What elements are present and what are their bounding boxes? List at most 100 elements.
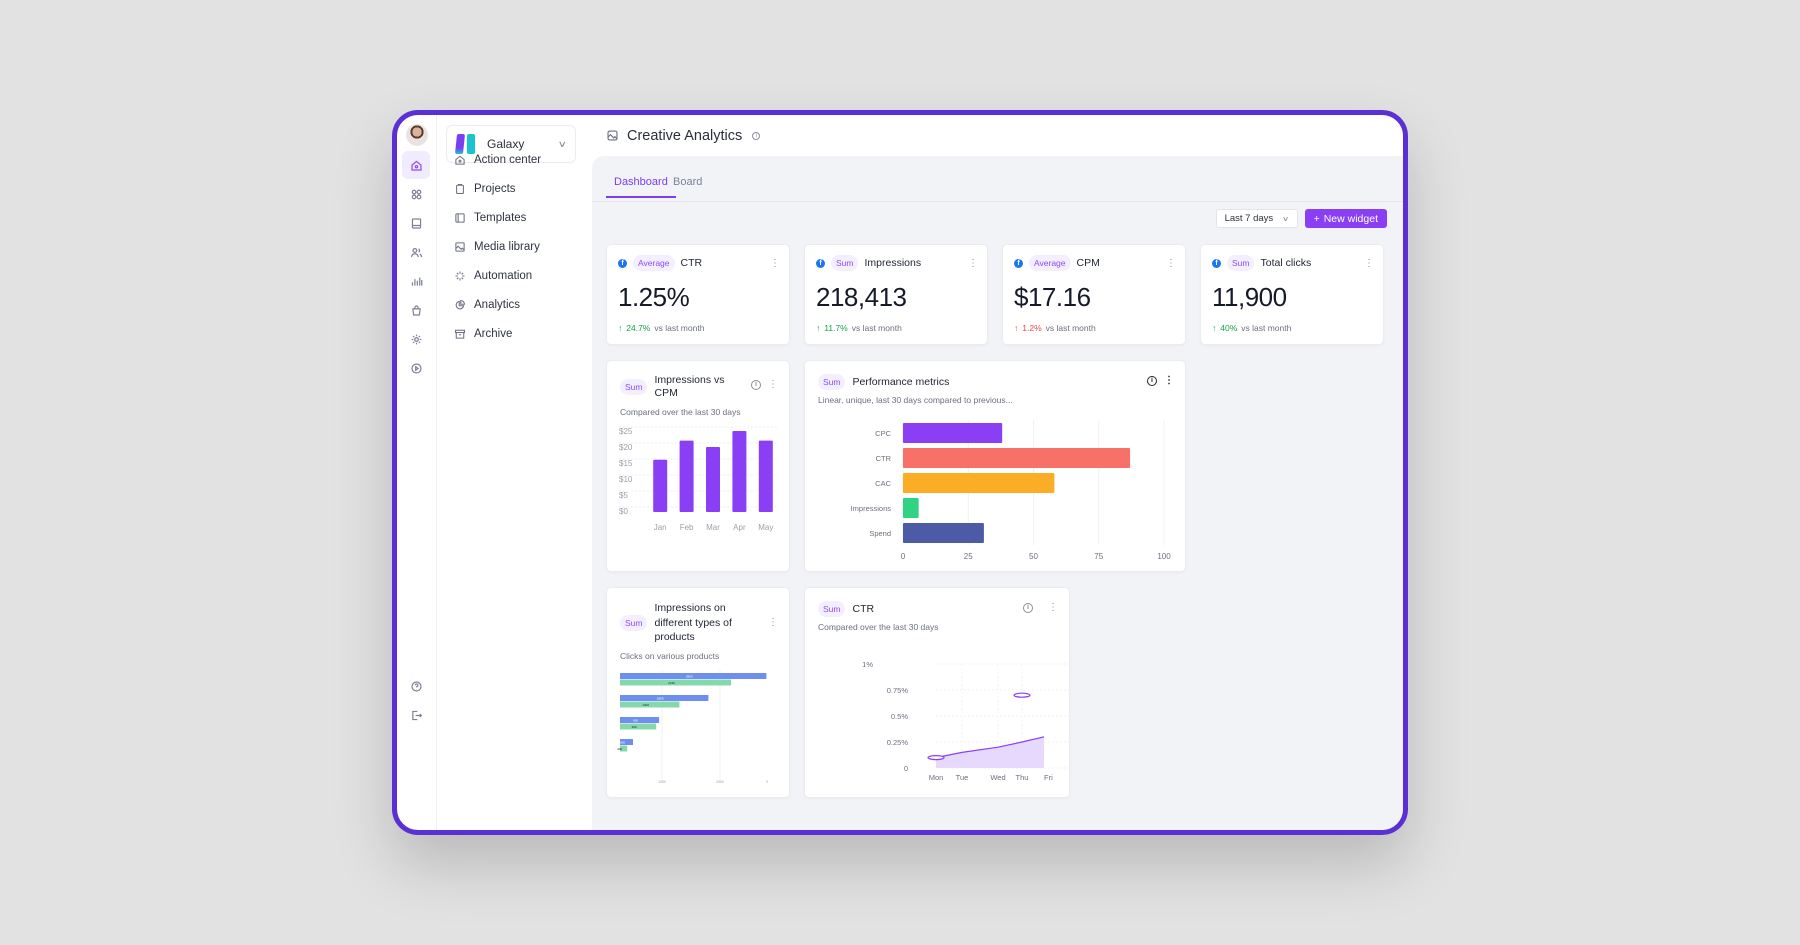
bar: [620, 679, 732, 686]
widget-title: Performance metrics: [852, 376, 950, 388]
widget-impressions-vs-cpm: Sum Impressions vs CPM i ⋮ Compared over…: [606, 360, 790, 572]
y-tick-label: $20: [619, 443, 633, 452]
tab-dashboard[interactable]: Dashboard: [606, 176, 676, 198]
nav-item-templates[interactable]: Templates: [454, 209, 526, 227]
data-label: 950: [633, 718, 638, 722]
kpi-delta: ↑ 11.7% vs last month: [816, 323, 902, 333]
nav-item-label: Automation: [474, 270, 533, 282]
aggregation-badge: Sum: [818, 601, 846, 617]
more-options-icon[interactable]: ⋮: [1048, 602, 1058, 613]
nav-item-action-center[interactable]: Action center: [454, 151, 541, 169]
x-tick-label: 100: [1157, 552, 1171, 561]
bar: [653, 459, 668, 512]
info-icon[interactable]: i: [1147, 376, 1157, 386]
y-tick-label: $5: [619, 491, 628, 500]
nav-item-projects[interactable]: Projects: [454, 180, 516, 198]
home-icon: [455, 155, 465, 165]
rail-play-button[interactable]: [402, 354, 430, 382]
nav-item-analytics[interactable]: Analytics: [454, 296, 520, 314]
rail-users-button[interactable]: [402, 238, 430, 266]
logout-icon: [411, 710, 422, 720]
more-options-icon[interactable]: ⋮: [768, 617, 778, 628]
x-tick-label: 25: [964, 552, 973, 561]
kpi-label: Total clicks: [1260, 257, 1312, 269]
plus-icon: +: [1313, 212, 1320, 225]
dashboard-content: Dashboard Board Last 7 days ∨ + New widg…: [592, 156, 1403, 830]
pie-chart-icon: [455, 299, 466, 310]
more-options-icon[interactable]: ⋮: [1166, 258, 1176, 269]
bar: [903, 423, 1003, 443]
new-widget-button[interactable]: + New widget: [1304, 209, 1387, 228]
nav-item-automation[interactable]: Automation: [454, 267, 532, 285]
x-tick-label: Feb: [680, 523, 694, 532]
more-options-icon[interactable]: ⋮: [768, 379, 778, 390]
y-tick-label: CPC: [875, 429, 891, 438]
bar: [903, 523, 984, 543]
widget-title: Impressions vs CPM: [654, 374, 725, 399]
x-tick-label: 2000: [716, 780, 724, 784]
y-tick-label: 0.5%: [891, 712, 908, 721]
more-options-icon[interactable]: ⋮: [1364, 258, 1374, 269]
tab-board[interactable]: Board: [673, 176, 702, 196]
bar: [706, 447, 720, 512]
widget-title: Impressions on different types of produc…: [654, 602, 732, 643]
ctr-chart: 0 0.25% 0.5% 0.75% 1% Mon Tue Wed Thu Fri: [862, 660, 1070, 782]
app-window: Galaxy ∨ Action center Projects Template…: [392, 110, 1408, 835]
rail-settings-button[interactable]: [402, 325, 430, 353]
data-label: 400: [617, 747, 622, 751]
layout-icon: [455, 213, 465, 223]
data-label: 900: [632, 725, 637, 729]
bar: [758, 440, 773, 512]
x-tick-label: Fri: [1044, 773, 1053, 782]
icon-rail: [397, 115, 437, 830]
rail-grid-button[interactable]: [402, 180, 430, 208]
delta-value: 1.2%: [1022, 323, 1042, 333]
data-label: 500: [620, 740, 625, 744]
info-icon[interactable]: i: [752, 131, 761, 140]
nav-item-media-library[interactable]: Media library: [454, 238, 540, 256]
facebook-icon: f: [1212, 258, 1221, 268]
nav-item-label: Action center: [474, 154, 542, 166]
kpi-card: f Sum Impressions ⋮ 218,413 ↑ 11.7% vs l…: [804, 244, 988, 345]
delta-compare: vs last month: [851, 323, 902, 333]
kpi-label: Impressions: [864, 257, 922, 269]
x-tick-label: 75: [1094, 552, 1103, 561]
loader-icon: [455, 271, 465, 281]
delta-compare: vs last month: [1045, 323, 1096, 333]
rail-logout-button[interactable]: [402, 701, 430, 729]
date-range-dropdown[interactable]: Last 7 days ∨: [1215, 209, 1298, 228]
help-icon: [410, 680, 422, 692]
shopping-bag-icon: [411, 305, 421, 316]
nav-item-archive[interactable]: Archive: [454, 325, 512, 343]
rail-reports-button[interactable]: [402, 267, 430, 295]
bar: [679, 440, 694, 512]
performance-metrics-chart: 0 25 50 75 100 CPC CTR CAC Impressions Spend: [851, 420, 1171, 561]
facebook-icon: f: [816, 258, 825, 268]
rail-help-button[interactable]: [402, 672, 430, 700]
more-options-icon[interactable]: ⋮: [770, 258, 780, 269]
bar: [903, 473, 1055, 493]
bar: [620, 673, 767, 679]
data-label: 1800: [657, 696, 664, 700]
facebook-icon: f: [618, 258, 627, 268]
more-options-icon[interactable]: ⋮: [1164, 375, 1174, 386]
bar: [732, 431, 747, 512]
info-icon[interactable]: i: [1023, 603, 1033, 613]
data-label: 2800: [686, 674, 693, 678]
rail-home-button[interactable]: [402, 151, 430, 179]
delta-value: 40%: [1220, 323, 1238, 333]
rail-shop-button[interactable]: [402, 296, 430, 324]
avatar[interactable]: [406, 124, 428, 146]
more-options-icon[interactable]: ⋮: [968, 258, 978, 269]
y-tick-label: 0: [904, 764, 908, 773]
y-tick-label: $15: [619, 459, 633, 468]
nav-item-label: Templates: [474, 212, 527, 224]
rail-book-button[interactable]: [402, 209, 430, 237]
grid-icon: [411, 189, 421, 199]
x-tick-label: Jan: [654, 523, 667, 532]
nav-panel: Galaxy ∨ Action center Projects Template…: [437, 115, 592, 830]
x-tick-label: Mar: [706, 523, 720, 532]
aggregation-badge: Sum: [620, 379, 648, 395]
info-icon[interactable]: i: [751, 380, 761, 390]
aggregation-badge: Sum: [620, 614, 648, 631]
